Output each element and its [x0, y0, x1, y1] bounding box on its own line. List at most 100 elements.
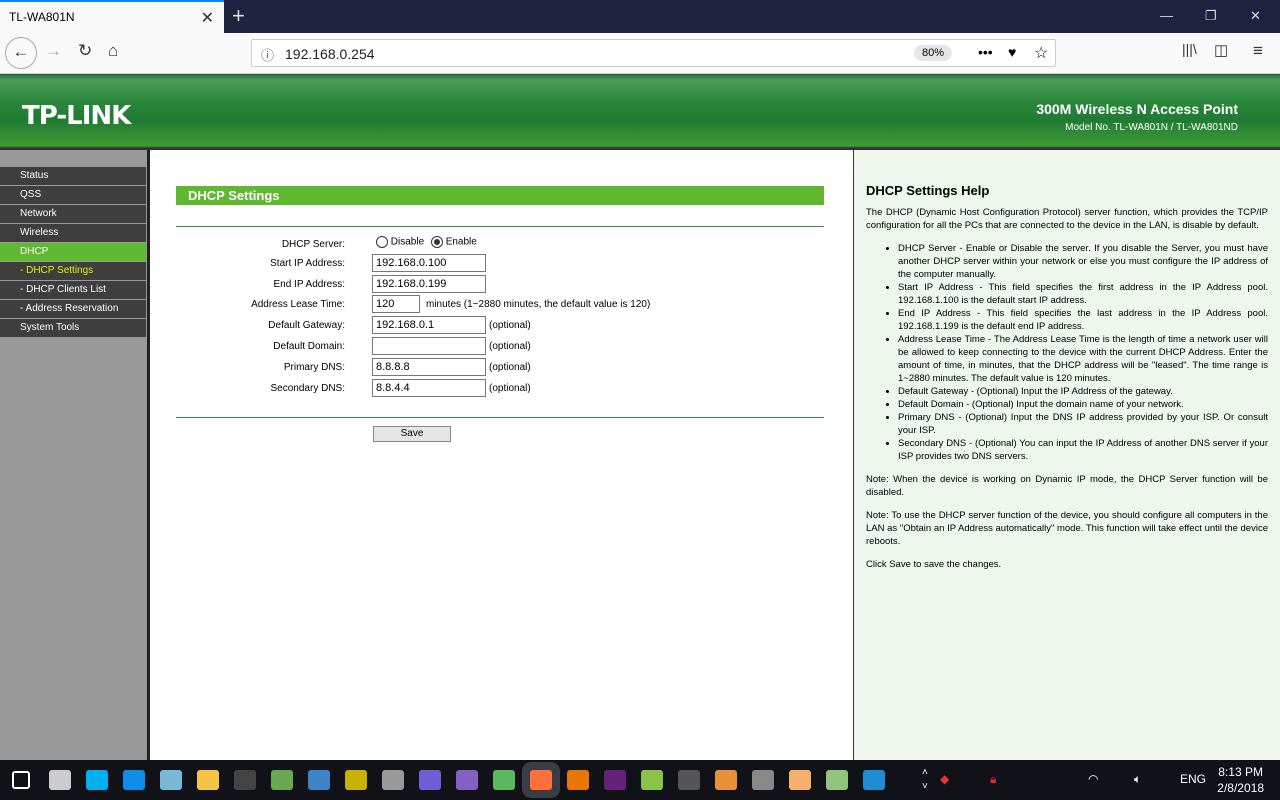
spreadsheet-icon[interactable] — [826, 770, 848, 790]
minimize-icon[interactable]: — — [1160, 8, 1173, 23]
terminal-icon[interactable] — [234, 770, 256, 790]
gateway-row: Default Gateway: (optional) — [150, 316, 853, 336]
app-sun-icon[interactable] — [715, 770, 737, 790]
language-indicator[interactable]: ENG — [1180, 772, 1206, 786]
visual-studio-alt-icon[interactable] — [604, 770, 626, 790]
app-blue-icon[interactable] — [863, 770, 885, 790]
more-icon[interactable]: ••• — [978, 44, 993, 60]
sidebar-item-dhcp-clients-list[interactable]: - DHCP Clients List — [0, 281, 146, 300]
app-orange-icon[interactable] — [789, 770, 811, 790]
primary-dns-input[interactable] — [372, 358, 486, 376]
sidebar-item-system-tools[interactable]: System Tools — [0, 319, 146, 338]
info-icon[interactable]: ⓘ — [261, 45, 274, 64]
save-button[interactable]: Save — [373, 426, 451, 442]
tray-app-icon[interactable]: ◆ — [940, 772, 949, 786]
product-name: 300M Wireless N Access Point — [1036, 101, 1238, 117]
visual-studio-icon[interactable] — [456, 770, 478, 790]
forward-icon[interactable]: → — [45, 41, 62, 61]
sidebar-item-dhcp-settings[interactable]: - DHCP Settings — [0, 262, 146, 281]
zoom-level[interactable]: 80% — [914, 45, 953, 61]
disable-radio[interactable] — [376, 236, 388, 248]
sidebar-item-address-reservation[interactable]: - Address Reservation — [0, 300, 146, 319]
url-bar[interactable]: ⓘ 192.168.0.254 80% ••• ♥ ☆ — [251, 39, 1056, 67]
disable-label: Disable — [390, 236, 425, 248]
teamviewer-icon[interactable] — [123, 770, 145, 790]
skype-icon[interactable] — [86, 770, 108, 790]
optional-note: (optional) — [489, 341, 531, 352]
model-number: Model No. TL-WA801N / TL-WA801ND — [1065, 122, 1238, 133]
lease-time-note: minutes (1~2880 minutes, the default val… — [426, 299, 651, 310]
domain-input[interactable] — [372, 337, 486, 355]
app-green-icon[interactable] — [641, 770, 663, 790]
gateway-input[interactable] — [372, 316, 486, 334]
tab-title: TL-WA801N — [9, 10, 75, 24]
date: 2/8/2018 — [1217, 781, 1264, 795]
task-view-icon[interactable] — [49, 770, 71, 790]
time: 8:13 PM — [1218, 765, 1263, 779]
secondary-dns-input[interactable] — [372, 379, 486, 397]
sidebar-item-network[interactable]: Network — [0, 205, 146, 224]
back-icon[interactable]: ← — [5, 37, 37, 69]
start-ip-input[interactable] — [372, 254, 486, 272]
volume-icon[interactable]: 🔈︎ — [1134, 772, 1141, 787]
start-ip-label: Start IP Address: — [270, 258, 345, 269]
app-paint-icon[interactable] — [271, 770, 293, 790]
notes-icon[interactable] — [160, 770, 182, 790]
url-text[interactable]: 192.168.0.254 — [285, 46, 375, 62]
reload-icon[interactable]: ↻ — [78, 41, 92, 61]
tray-expand-icon[interactable]: ˄ ˅ — [922, 766, 928, 794]
start-ip-row: Start IP Address: — [150, 254, 853, 274]
lease-time-row: Address Lease Time: minutes (1~2880 minut… — [150, 295, 853, 315]
wifi-icon[interactable]: ◠ — [1088, 772, 1098, 786]
divider — [176, 226, 824, 227]
library-icon[interactable]: |||\ — [1182, 41, 1197, 57]
home-icon[interactable]: ⌂ — [108, 41, 118, 61]
windows-start-icon[interactable] — [12, 771, 30, 789]
end-ip-label: End IP Address: — [273, 279, 345, 290]
maximize-icon[interactable]: ❐ — [1205, 8, 1217, 24]
dhcp-server-label: DHCP Server: — [281, 239, 345, 250]
file-explorer-icon[interactable] — [197, 770, 219, 790]
infinity-icon[interactable] — [419, 770, 441, 790]
enable-label: Enable — [445, 236, 477, 248]
tools-icon[interactable] — [382, 770, 404, 790]
dhcp-server-row: DHCP Server: Disable Enable — [150, 235, 853, 255]
network-tool-icon[interactable] — [308, 770, 330, 790]
pocket-icon[interactable]: ♥ — [1008, 44, 1016, 60]
help-panel: DHCP Settings Help The DHCP (Dynamic Hos… — [853, 150, 1280, 760]
tp-link-logo: TP-LINK — [22, 101, 131, 131]
blender-icon[interactable] — [567, 770, 589, 790]
end-ip-input[interactable] — [372, 275, 486, 293]
sidebar-item-dhcp[interactable]: DHCP — [0, 243, 146, 262]
help-item: DHCP Server - Enable or Disable the serv… — [898, 242, 1268, 281]
app-yellow-icon[interactable] — [345, 770, 367, 790]
page-header: TP-LINK 300M Wireless N Access Point Mod… — [0, 74, 1280, 150]
lock-icon[interactable]: 🔒︎ — [990, 772, 996, 787]
page-title: DHCP Settings — [176, 186, 824, 205]
app-r-icon[interactable] — [678, 770, 700, 790]
video-editor-icon[interactable] — [752, 770, 774, 790]
main-content: DHCP Settings DHCP Server: Disable Enabl… — [150, 150, 853, 760]
enable-radio[interactable] — [430, 236, 443, 248]
clock[interactable]: 8:13 PM 2/8/2018 — [1217, 764, 1264, 796]
browser-tab[interactable]: TL-WA801N ✕ — [0, 0, 224, 33]
sidebar: Status QSS Network Wireless DHCP - DHCP Setti… — [0, 150, 147, 760]
help-intro: The DHCP (Dynamic Host Configuration Pro… — [866, 207, 1268, 231]
globe-icon[interactable] — [493, 770, 515, 790]
bookmark-star-icon[interactable]: ☆ — [1034, 43, 1048, 63]
help-outro: Click Save to save the changes. — [866, 559, 1002, 570]
firefox-icon[interactable] — [530, 770, 552, 790]
lease-time-label: Address Lease Time: — [251, 299, 345, 310]
menu-icon[interactable]: ≡ — [1253, 41, 1263, 61]
sidebar-icon[interactable]: ◫ — [1214, 41, 1228, 59]
domain-row: Default Domain: (optional) — [150, 337, 853, 357]
close-window-icon[interactable]: ✕ — [1250, 8, 1261, 24]
primary-dns-label: Primary DNS: — [283, 362, 345, 373]
sidebar-item-status[interactable]: Status — [0, 167, 146, 186]
sidebar-item-wireless[interactable]: Wireless — [0, 224, 146, 243]
lease-time-input[interactable] — [372, 295, 420, 313]
close-tab-icon[interactable]: ✕ — [201, 8, 214, 28]
sidebar-item-qss[interactable]: QSS — [0, 186, 146, 205]
help-item: Secondary DNS - (Optional) You can input… — [898, 437, 1268, 463]
new-tab-icon[interactable]: + — [232, 3, 245, 29]
